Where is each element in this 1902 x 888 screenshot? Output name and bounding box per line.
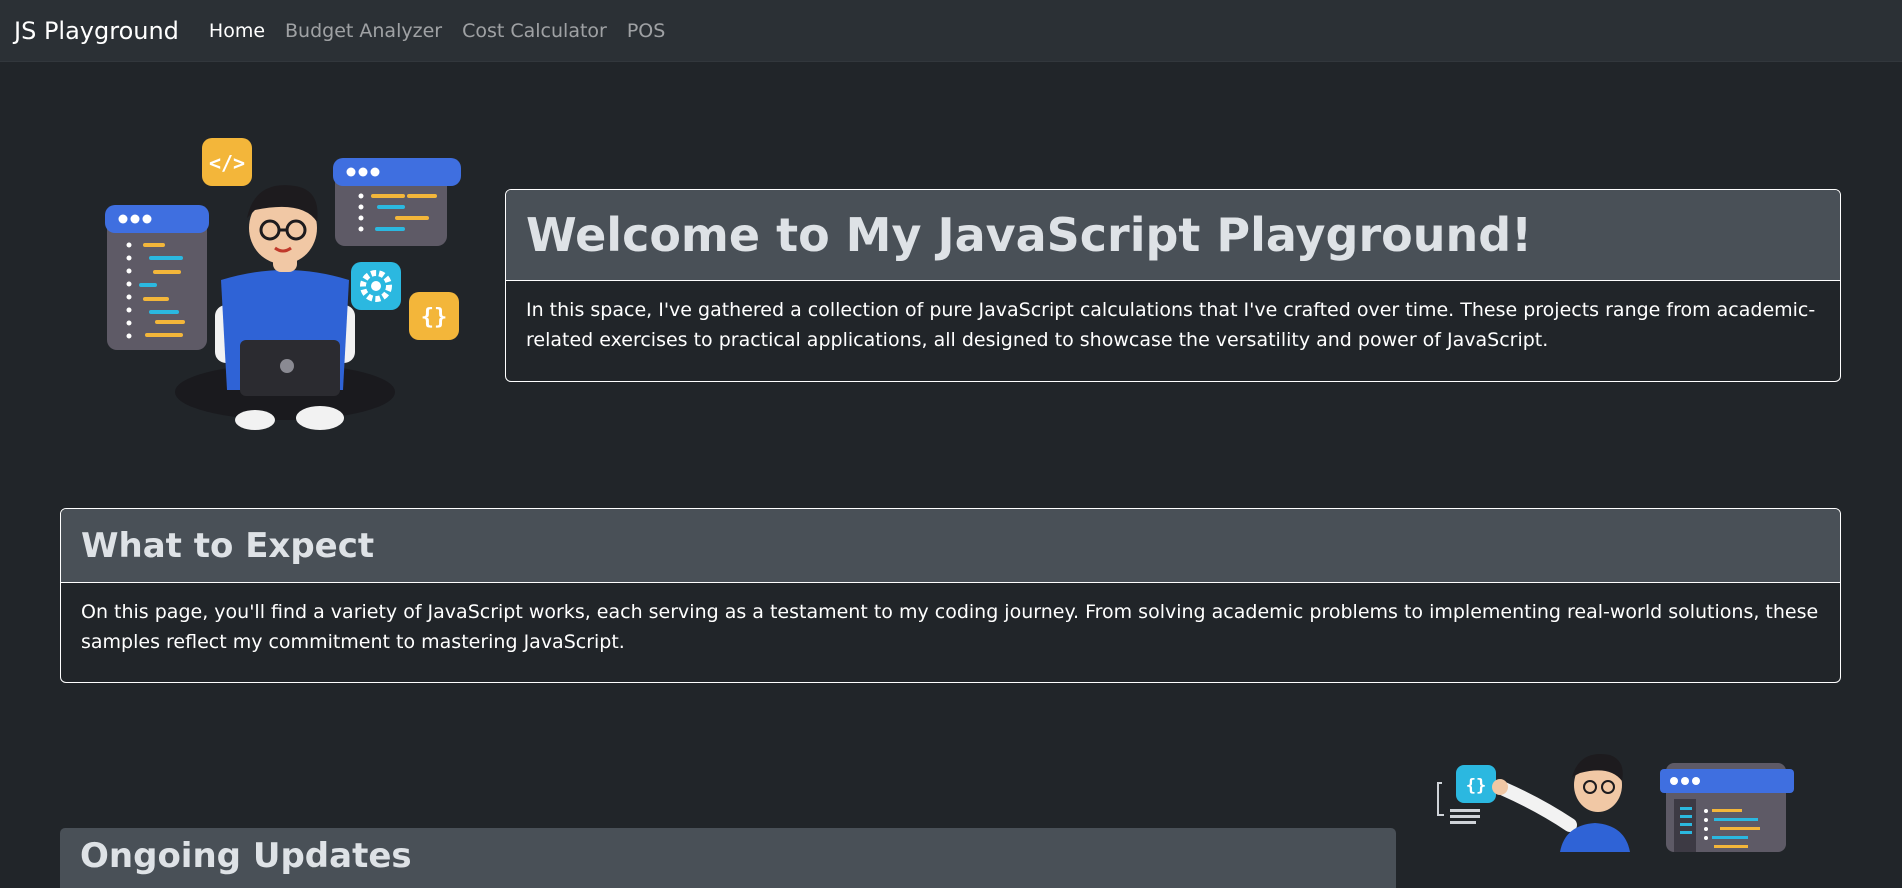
nav-link-cost-calculator[interactable]: Cost Calculator [462,20,607,42]
navbar-brand[interactable]: JS Playground [14,17,179,45]
ongoing-updates-card: Ongoing Updates [60,828,1396,888]
code-window-icon [105,205,209,350]
nav-link-home[interactable]: Home [209,20,265,42]
what-to-expect-text: On this page, you'll find a variety of J… [81,601,1819,653]
code-window-icon [1660,763,1794,852]
welcome-card: Welcome to My JavaScript Playground! In … [505,189,1841,382]
code-window-icon [333,158,461,246]
what-to-expect-card-header: What to Expect [61,509,1840,583]
hero-illustration: </> {} [105,138,461,430]
svg-text:{}: {} [1466,776,1486,796]
welcome-card-body: In this space, I've gathered a collectio… [506,281,1840,369]
navbar: JS Playground Home Budget Analyzer Cost … [0,0,1902,62]
nav-link-budget-analyzer[interactable]: Budget Analyzer [285,20,442,42]
developer-figure [1492,753,1630,852]
curly-braces-icon: {} [409,292,459,340]
welcome-text: In this space, I've gathered a collectio… [526,299,1816,351]
what-to-expect-card: What to Expect On this page, you'll find… [60,508,1841,683]
gear-icon [351,262,401,310]
what-to-expect-card-body: On this page, you'll find a variety of J… [61,583,1840,671]
nav-links: Home Budget Analyzer Cost Calculator POS [209,20,685,42]
svg-text:{}: {} [421,305,448,330]
svg-text:</>: </> [209,151,245,175]
what-to-expect-title: What to Expect [81,525,375,566]
curly-braces-icon: {} [1437,765,1496,824]
ongoing-updates-card-header: Ongoing Updates [60,828,1396,888]
code-tag-icon: </> [202,138,252,186]
laptop-icon [240,340,340,396]
developer-pointing-illustration: {} [1437,753,1794,852]
page-title: Welcome to My JavaScript Playground! [526,208,1533,262]
welcome-card-header: Welcome to My JavaScript Playground! [506,190,1840,281]
nav-link-pos[interactable]: POS [627,20,665,42]
ongoing-updates-title: Ongoing Updates [80,836,412,876]
